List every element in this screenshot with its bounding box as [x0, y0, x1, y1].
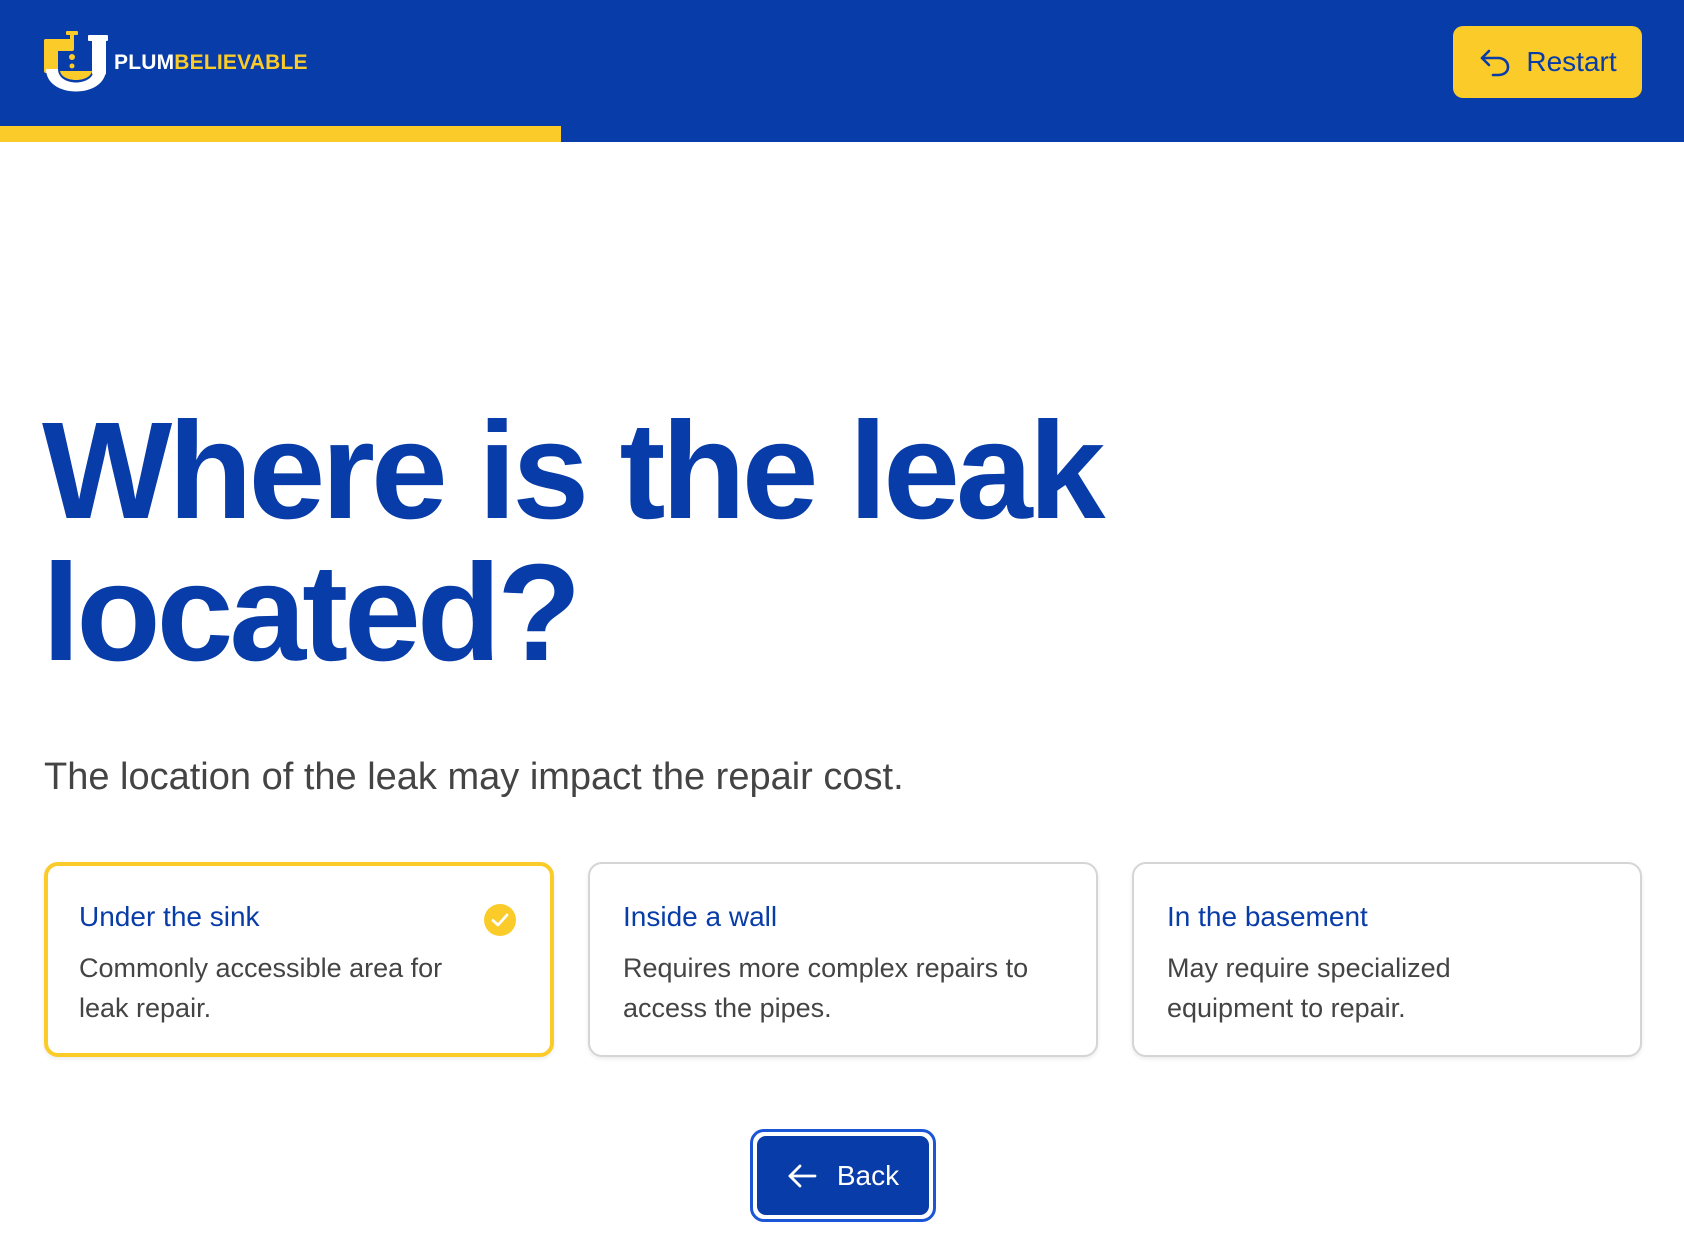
option-title: In the basement	[1167, 901, 1368, 932]
option-card-under-the-sink[interactable]: Under the sink Commonly accessible area …	[44, 862, 554, 1057]
back-button-inner: Back	[757, 1136, 929, 1215]
brand-name-part2: BELIEVABLE	[174, 51, 308, 74]
progress-bar-fill	[0, 126, 561, 142]
top-header: PLUMBELIEVABLE Restart	[0, 0, 1684, 142]
brand-wordmark: PLUMBELIEVABLE	[114, 51, 308, 75]
option-description: Requires more complex repairs to access …	[623, 953, 1029, 1023]
brand-name-part1: PLUM	[114, 51, 175, 74]
option-title: Inside a wall	[623, 901, 778, 932]
question-subtitle: The location of the leak may impact the …	[44, 756, 904, 798]
back-label: Back	[836, 1159, 900, 1191]
check-circle-icon	[484, 904, 516, 936]
options-list: Under the sink Commonly accessible area …	[44, 862, 1642, 1057]
question-title: Where is the leak located?	[42, 394, 1105, 690]
plumber-logo-icon	[44, 31, 108, 92]
option-title: Under the sink	[79, 901, 260, 932]
option-card-in-the-basement[interactable]: In the basement May require specialized …	[1132, 862, 1642, 1057]
option-description: May require specialized equipment to rep…	[1167, 953, 1451, 1023]
restart-button[interactable]: Restart	[1453, 26, 1642, 98]
progress-bar	[0, 126, 1684, 142]
back-button[interactable]: Back	[750, 1129, 936, 1222]
restart-label: Restart	[1526, 46, 1617, 77]
option-description: Commonly accessible area for leak repair…	[79, 953, 443, 1023]
arrow-left-icon	[788, 1164, 817, 1187]
undo-arrow-icon	[1481, 49, 1510, 77]
brand-logo[interactable]: PLUMBELIEVABLE	[44, 28, 308, 98]
option-card-inside-a-wall[interactable]: Inside a wall Requires more complex repa…	[588, 862, 1098, 1057]
